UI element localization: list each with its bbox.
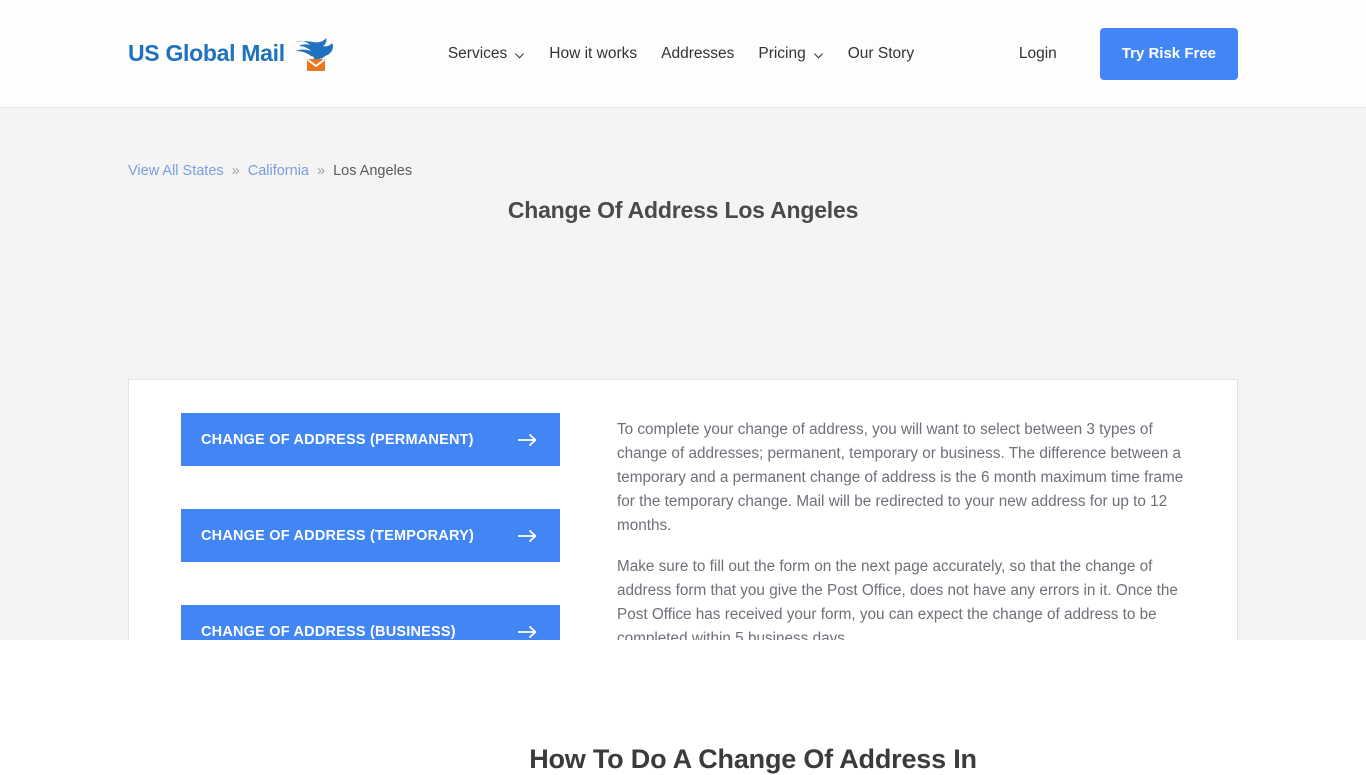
site-logo[interactable]: US Global Mail xyxy=(128,34,335,74)
try-risk-free-button[interactable]: Try Risk Free xyxy=(1099,27,1238,80)
breadcrumb-current-los-angeles: Los Angeles xyxy=(333,163,413,179)
change-of-address-temporary-button[interactable]: CHANGE OF ADDRESS (TEMPORARY) xyxy=(181,509,560,562)
arrow-right-icon xyxy=(517,432,538,448)
section-heading: How To Do A Change Of Address In xyxy=(529,744,977,774)
header-actions: Login Try Risk Free xyxy=(1019,27,1238,80)
breadcrumb: View All States » California » Los Angel… xyxy=(128,108,1238,179)
main-navigation: Services How it works Addresses Pricing … xyxy=(448,45,914,63)
nav-item-addresses[interactable]: Addresses xyxy=(661,45,734,63)
nav-item-label: Addresses xyxy=(661,44,735,62)
description-paragraph: To complete your change of address, you … xyxy=(617,421,1184,534)
nav-item-services[interactable]: Services xyxy=(448,45,525,63)
breadcrumb-separator: » xyxy=(231,163,240,179)
nav-item-pricing[interactable]: Pricing xyxy=(758,45,823,63)
arrow-right-icon xyxy=(517,528,538,544)
nav-item-how-it-works[interactable]: How it works xyxy=(549,45,637,63)
chevron-down-icon xyxy=(813,48,824,59)
page-title: Change Of Address Los Angeles xyxy=(507,197,859,223)
breadcrumb-california[interactable]: California xyxy=(248,163,309,179)
button-label: CHANGE OF ADDRESS (TEMPORARY) xyxy=(201,527,474,544)
button-label: CHANGE OF ADDRESS (PERMANENT) xyxy=(201,431,474,448)
hero-section: View All States » California » Los Angel… xyxy=(0,108,1366,688)
next-section: How To Do A Change Of Address In xyxy=(0,640,1366,774)
nav-item-our-story[interactable]: Our Story xyxy=(848,45,914,63)
nav-item-label: Services xyxy=(447,44,508,62)
breadcrumb-separator: » xyxy=(316,163,326,179)
nav-item-label: Our Story xyxy=(847,44,915,62)
change-of-address-permanent-button[interactable]: CHANGE OF ADDRESS (PERMANENT) xyxy=(181,413,560,466)
bird-with-envelope-icon xyxy=(291,34,335,74)
chevron-down-icon xyxy=(514,48,525,59)
arrow-right-icon xyxy=(517,624,538,640)
breadcrumb-view-all-states[interactable]: View All States xyxy=(128,163,224,179)
button-label: CHANGE OF ADDRESS (BUSINESS) xyxy=(201,623,456,640)
logo-text: US Global Mail xyxy=(128,40,285,66)
site-header: US Global Mail Services How it works Add… xyxy=(0,0,1366,108)
nav-item-label: How it works xyxy=(549,44,638,62)
description-paragraph: Make sure to fill out the form on the ne… xyxy=(617,558,1178,647)
nav-item-label: Pricing xyxy=(758,44,806,62)
login-link[interactable]: Login xyxy=(1019,45,1057,63)
